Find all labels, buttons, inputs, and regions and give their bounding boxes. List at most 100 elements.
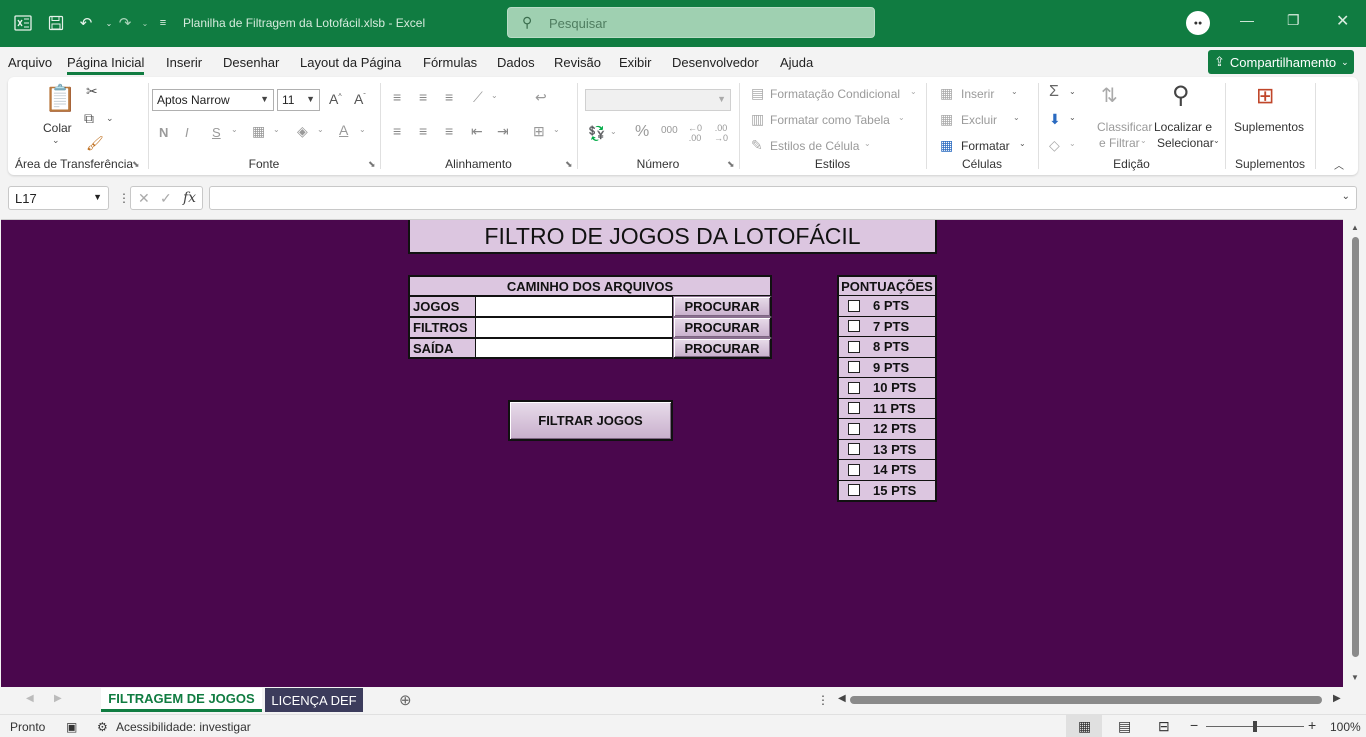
align-center-icon[interactable]: ≡ — [419, 123, 427, 139]
insert-function-icon[interactable]: fx — [183, 190, 196, 206]
zoom-out-icon[interactable]: − — [1190, 717, 1198, 733]
score-item-7[interactable]: 7 PTS — [839, 316, 935, 337]
more-options-icon[interactable]: ⋮ — [118, 191, 130, 205]
more-options-icon[interactable]: ⋮ — [817, 693, 829, 707]
score-item-9[interactable]: 9 PTS — [839, 357, 935, 378]
formula-input[interactable]: ⌄ — [209, 186, 1357, 210]
expand-formula-icon[interactable]: ⌄ — [1342, 191, 1350, 202]
merge-dropdown-icon[interactable]: ⌄ — [553, 125, 560, 134]
undo-icon[interactable]: ↶ — [77, 14, 95, 32]
minimize-icon[interactable]: — — [1240, 12, 1254, 28]
score-item-15[interactable]: 15 PTS — [839, 480, 935, 500]
borders-dropdown-icon[interactable]: ⌄ — [273, 125, 280, 134]
customize-toolbar-icon[interactable]: ≡ — [154, 14, 172, 32]
vertical-scroll-thumb[interactable] — [1352, 237, 1359, 657]
dialog-launcher-icon[interactable]: ⬊ — [368, 159, 376, 170]
filter-games-button[interactable]: FILTRAR JOGOS — [508, 400, 673, 441]
browse-button-saida[interactable]: PROCURAR — [673, 338, 772, 359]
find-select-label-1[interactable]: Localizar e — [1154, 120, 1212, 134]
paste-dropdown-icon[interactable]: ⌄ — [52, 135, 60, 146]
collapse-ribbon-icon[interactable]: ︿ — [1334, 157, 1344, 172]
italic-button[interactable]: I — [185, 125, 189, 140]
name-box[interactable]: L17 ▼ — [8, 186, 109, 210]
path-input-jogos[interactable] — [475, 296, 673, 317]
checkbox[interactable] — [848, 299, 860, 312]
increase-indent-icon[interactable]: ⇥ — [497, 123, 509, 140]
zoom-slider-knob[interactable] — [1253, 721, 1257, 732]
fill-color-icon[interactable]: ◈ — [297, 123, 308, 140]
cell-styles-button[interactable]: Estilos de Célula — [770, 139, 859, 153]
macro-record-icon[interactable]: ▣ — [66, 720, 77, 734]
path-input-filtros[interactable] — [475, 317, 673, 338]
avatar[interactable]: ●● — [1186, 11, 1210, 35]
close-icon[interactable]: ✕ — [1336, 11, 1349, 31]
sheet-tab-filtragem[interactable]: FILTRAGEM DE JOGOS — [101, 688, 262, 712]
autosum-icon[interactable]: Σ — [1049, 83, 1059, 101]
checkbox[interactable] — [848, 340, 860, 353]
currency-dropdown-icon[interactable]: ⌄ — [610, 127, 617, 136]
checkbox[interactable] — [848, 443, 860, 456]
share-button[interactable]: ⇪ Compartilhamento ⌄ — [1208, 50, 1354, 74]
copy-dropdown-icon[interactable]: ⌄ — [106, 113, 114, 124]
tab-desenvolvedor[interactable]: Desenvolvedor — [672, 55, 759, 70]
addins-icon[interactable]: ⊞ — [1256, 83, 1274, 109]
hscroll-right-icon[interactable]: ▶ — [1333, 693, 1341, 704]
fill-icon[interactable]: ⬇ — [1049, 111, 1061, 128]
copy-icon[interactable]: ⧉ — [84, 110, 94, 127]
tab-formulas[interactable]: Fórmulas — [423, 55, 477, 70]
score-item-14[interactable]: 14 PTS — [839, 460, 935, 481]
currency-icon[interactable]: 💱 — [588, 125, 605, 142]
accessibility-status[interactable]: Acessibilidade: investigar — [116, 720, 251, 734]
browse-button-filtros[interactable]: PROCURAR — [673, 317, 772, 338]
tab-pagina-inicial[interactable]: Página Inicial — [67, 55, 145, 75]
worksheet[interactable]: FILTRO DE JOGOS DA LOTOFÁCIL CAMINHO DOS… — [1, 219, 1343, 687]
checkbox[interactable] — [848, 484, 860, 497]
format-cells-button[interactable]: Formatar — [961, 139, 1010, 153]
tab-inserir[interactable]: Inserir — [166, 55, 202, 70]
zoom-in-icon[interactable]: + — [1308, 717, 1316, 733]
increase-font-icon[interactable]: A^ — [329, 91, 342, 107]
font-color-icon[interactable]: A — [339, 122, 348, 138]
autosum-dropdown-icon[interactable]: ⌄ — [1069, 87, 1076, 96]
tab-ajuda[interactable]: Ajuda — [780, 55, 813, 70]
search-box[interactable]: ⚲ Pesquisar — [507, 7, 875, 38]
sort-filter-label-1[interactable]: Classificar — [1097, 120, 1152, 134]
cut-icon[interactable]: ✂ — [86, 83, 98, 100]
checkbox[interactable] — [848, 320, 860, 333]
font-name-select[interactable]: Aptos Narrow ▼ — [152, 89, 274, 111]
clear-dropdown-icon[interactable]: ⌄ — [1069, 139, 1076, 148]
checkbox[interactable] — [848, 402, 860, 415]
tab-dados[interactable]: Dados — [497, 55, 535, 70]
checkbox[interactable] — [848, 422, 860, 435]
borders-icon[interactable]: ▦ — [252, 123, 265, 140]
add-sheet-icon[interactable]: ⊕ — [399, 691, 412, 709]
tab-exibir[interactable]: Exibir — [619, 55, 652, 70]
clear-icon[interactable]: ◇ — [1049, 137, 1060, 154]
decrease-decimal-icon[interactable]: .00 →0 — [714, 123, 728, 143]
paste-label[interactable]: Colar — [43, 121, 72, 135]
page-layout-icon[interactable]: ▤ — [1118, 718, 1131, 735]
score-item-13[interactable]: 13 PTS — [839, 439, 935, 460]
fill-dropdown-icon[interactable]: ⌄ — [1069, 113, 1076, 122]
number-format-select[interactable]: ▼ — [585, 89, 731, 111]
align-right-icon[interactable]: ≡ — [445, 123, 453, 139]
sort-filter-label-2[interactable]: e Filtrar — [1099, 136, 1140, 150]
find-select-label-2[interactable]: Selecionar — [1157, 136, 1214, 150]
dialog-launcher-icon[interactable]: ⬊ — [727, 159, 735, 170]
horizontal-scroll-thumb[interactable] — [850, 696, 1322, 704]
score-item-10[interactable]: 10 PTS — [839, 378, 935, 399]
score-item-8[interactable]: 8 PTS — [839, 337, 935, 358]
tab-scroll-right-icon[interactable]: ▶ — [54, 693, 62, 704]
enter-icon[interactable]: ✓ — [160, 190, 172, 207]
tab-revisao[interactable]: Revisão — [554, 55, 601, 70]
decrease-indent-icon[interactable]: ⇤ — [471, 123, 483, 140]
zoom-level[interactable]: 100% — [1330, 720, 1361, 734]
insert-cells-button[interactable]: Inserir — [961, 87, 994, 101]
tab-desenhar[interactable]: Desenhar — [223, 55, 279, 70]
redo-icon[interactable]: ↷ — [116, 14, 134, 32]
orientation-icon[interactable]: ⟋ — [473, 89, 483, 106]
font-size-select[interactable]: 11 ▼ — [277, 89, 320, 111]
browse-button-jogos[interactable]: PROCURAR — [673, 296, 772, 317]
scroll-down-icon[interactable]: ▼ — [1351, 673, 1359, 682]
thousands-separator-icon[interactable]: 000 — [661, 125, 678, 136]
